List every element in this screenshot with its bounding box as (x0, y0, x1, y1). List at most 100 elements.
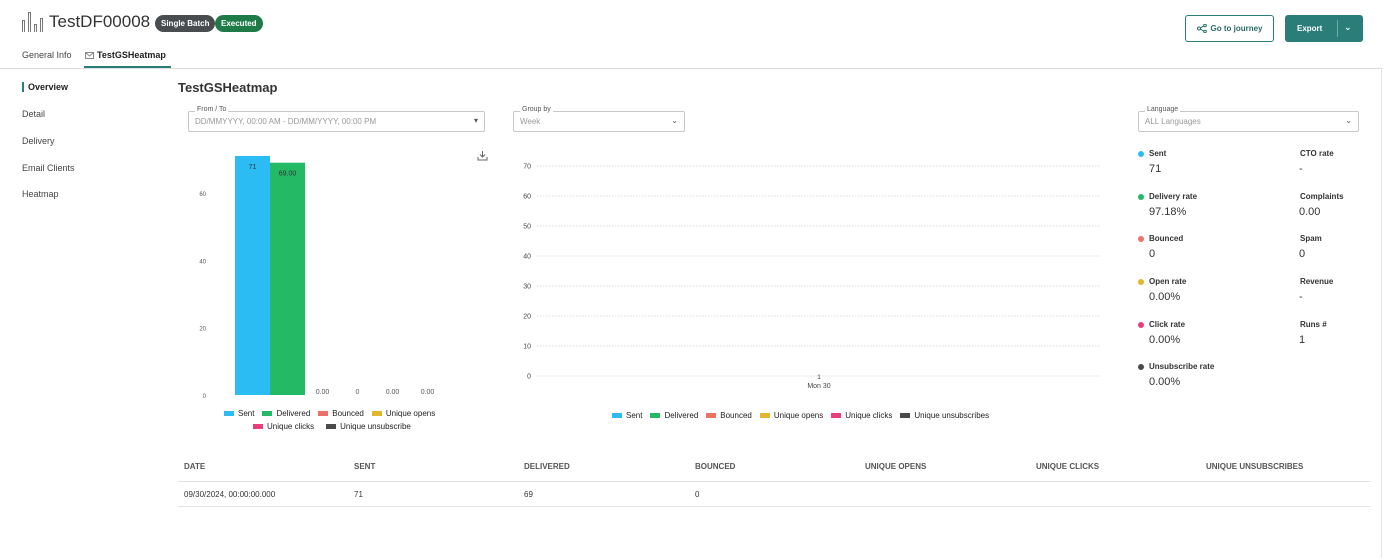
legend-item[interactable]: Unique opens (371, 409, 436, 418)
legend-label: Unique unsubscribes (914, 411, 990, 420)
stat-value: 71 (1149, 163, 1162, 175)
nav-item-overview[interactable]: Overview (22, 82, 68, 92)
legend-swatch (371, 411, 382, 416)
table-header-cell[interactable]: DELIVERED (524, 462, 570, 471)
content-border (1381, 69, 1382, 558)
status-dot (1138, 151, 1144, 157)
stat-value: 0.00% (1149, 376, 1181, 388)
nav-item-email-clients[interactable]: Email Clients (22, 163, 75, 173)
bar-chart-legend: Sent Delivered Bounced Unique opens Unique c… (200, 409, 470, 439)
legend-label: Unique clicks (267, 422, 315, 431)
tab-general-info[interactable]: General Info (22, 50, 72, 60)
nav-item-heatmap[interactable]: Heatmap (22, 189, 59, 199)
journey-icon (1196, 24, 1207, 33)
date-range-label: From / To (195, 106, 229, 113)
stat-label: Revenue (1300, 277, 1334, 286)
x-tick-label: Mon 30 (807, 383, 830, 390)
group-by-value: Week (520, 117, 541, 126)
legend-item[interactable]: Sent (612, 411, 642, 420)
trend-line-chart: 0 10 20 30 40 50 60 70 1 Mon 30 (523, 164, 1100, 390)
legend-label: Sent (626, 411, 643, 420)
stat-value: 97.18% (1149, 206, 1187, 218)
legend-label: Sent (238, 409, 255, 418)
group-by-select[interactable]: Group by Week ⌄ (513, 106, 685, 132)
legend-swatch (706, 413, 717, 418)
date-range-placeholder: DD/MMYYYY, 00:00 AM - DD/MM/YYYY, 00:00 … (195, 117, 377, 126)
y-tick-label: 60 (199, 192, 206, 198)
legend-swatch (612, 413, 622, 418)
table-header-cell[interactable]: UNIQUE CLICKS (1036, 462, 1099, 471)
language-label: Language (1145, 106, 1181, 113)
go-to-journey-button[interactable]: Go to journey (1185, 15, 1274, 42)
legend-item[interactable]: Unique unsubscribe (326, 422, 411, 431)
table-header-cell[interactable]: UNIQUE OPENS (865, 462, 926, 471)
legend-item[interactable]: Bounced (706, 411, 752, 420)
tab-testgsheatmap-label: TestGSHeatmap (97, 50, 166, 60)
stat-value: - (1299, 163, 1303, 175)
y-tick-label: 60 (523, 194, 531, 201)
table-cell: 0 (695, 490, 700, 499)
y-tick-label: 40 (199, 259, 206, 265)
status-dot (1138, 279, 1144, 285)
legend-swatch (650, 413, 661, 418)
stat-value: 1 (1299, 334, 1306, 346)
chevron-down-icon[interactable]: ⌄ (1344, 22, 1352, 33)
line-chart-legend: Sent Delivered Bounced Unique opens Unique c… (612, 411, 1032, 423)
legend-item[interactable]: Unique unsubscribes (900, 411, 989, 420)
data-point-marker[interactable]: 1 (817, 375, 821, 381)
legend-item[interactable]: Unique clicks (831, 411, 892, 420)
table-header-cell[interactable]: BOUNCED (695, 462, 735, 471)
stat-label: Open rate (1149, 277, 1187, 286)
stat-label: Complaints (1300, 192, 1344, 201)
chevron-down-icon: ▾ (473, 116, 478, 125)
group-by-label: Group by (520, 106, 553, 113)
stat-label: CTO rate (1300, 149, 1334, 158)
bar-data-label: 69.00 (279, 171, 297, 178)
legend-item[interactable]: Bounced (318, 409, 364, 418)
status-dot (1138, 322, 1144, 328)
stat-label: Sent (1149, 149, 1167, 158)
status-dot (1138, 236, 1144, 242)
legend-item[interactable]: Unique opens (759, 411, 824, 420)
legend-swatch (224, 411, 234, 416)
export-button[interactable]: Export ⌄ (1285, 15, 1363, 42)
nav-item-detail[interactable]: Detail (22, 109, 45, 119)
legend-item[interactable]: Delivered (262, 409, 310, 418)
download-icon[interactable] (477, 150, 488, 161)
legend-item[interactable]: Unique clicks (253, 422, 314, 431)
stat-value: 0 (1149, 248, 1156, 260)
table-header-cell[interactable]: SENT (354, 462, 375, 471)
y-tick-label: 40 (523, 254, 531, 261)
bar-delivered[interactable] (270, 162, 305, 395)
stat-value: - (1299, 291, 1303, 303)
header-divider (0, 68, 1383, 69)
stat-label: Spam (1300, 234, 1322, 243)
table-header-cell[interactable]: DATE (184, 462, 205, 471)
page-title: TestDF00008 (49, 12, 151, 31)
table-divider (178, 481, 1371, 482)
table-header-cell[interactable]: UNIQUE UNSUBSCRIBES (1206, 462, 1303, 471)
legend-label: Unique opens (385, 409, 436, 418)
legend-label: Unique opens (773, 411, 824, 420)
legend-label: Bounced (720, 411, 752, 420)
bar-sent[interactable] (235, 156, 270, 395)
y-tick-label: 70 (523, 164, 531, 171)
tab-testgsheatmap[interactable]: TestGSHeatmap (85, 50, 166, 60)
stat-label: Unsubscribe rate (1149, 362, 1215, 371)
summary-bar-chart: 0 20 40 60 71 69.00 0.00 0 0.00 0.00 (199, 156, 434, 400)
y-tick-label: 0 (203, 394, 207, 400)
language-select[interactable]: Language ALL Languages ⌄ (1138, 106, 1359, 132)
nav-item-delivery[interactable]: Delivery (22, 136, 55, 146)
legend-item[interactable]: Sent (224, 409, 254, 418)
bar-data-label: 0 (356, 389, 360, 396)
table-row-divider (178, 506, 1371, 507)
stat-label: Runs # (1300, 320, 1327, 329)
legend-swatch (318, 411, 329, 416)
stat-label: Click rate (1149, 320, 1186, 329)
legend-item[interactable]: Delivered (650, 411, 698, 420)
y-tick-label: 20 (199, 327, 206, 333)
stat-label: Delivery rate (1149, 192, 1198, 201)
table-cell: 71 (354, 490, 363, 499)
table-cell: 69 (524, 490, 533, 499)
date-range-field[interactable]: From / To DD/MMYYYY, 00:00 AM - DD/MM/YY… (188, 106, 485, 132)
